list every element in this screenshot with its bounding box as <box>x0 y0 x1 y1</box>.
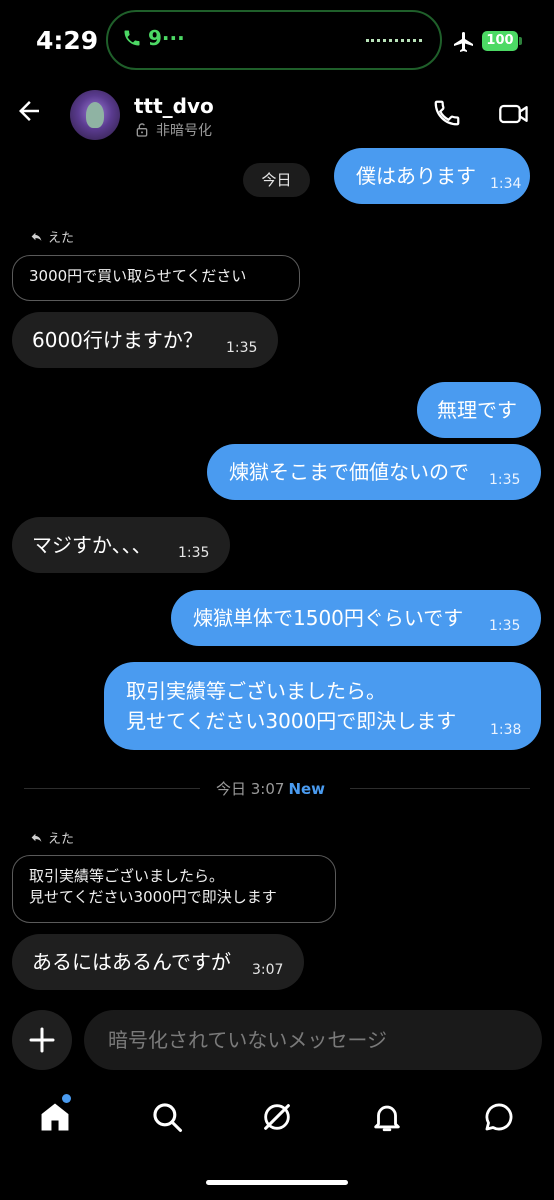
battery-indicator: 100 <box>482 31 518 51</box>
chat-username[interactable]: ttt_dvo <box>134 94 214 118</box>
message-text: 煉獄単体で1500円ぐらいです <box>193 606 464 630</box>
back-arrow-icon[interactable] <box>14 96 44 126</box>
message-bubble-outgoing[interactable]: 無理です <box>417 382 541 438</box>
message-time: 3:07 <box>252 962 284 978</box>
reply-label: えた <box>48 832 75 847</box>
battery-cap <box>519 37 522 45</box>
message-input-placeholder: 暗号化されていないメッセージ <box>108 1028 387 1052</box>
divider-label: 今日 3:07 New <box>216 778 325 799</box>
status-bar: 4:29 9 ··· 100 <box>0 0 554 80</box>
message-bubble-incoming[interactable]: あるにはあるんですが 3:07 <box>12 934 304 990</box>
avatar-figure <box>86 102 104 128</box>
plus-icon <box>29 1027 55 1053</box>
message-bubble-outgoing[interactable]: 煉獄単体で1500円ぐらいです 1:35 <box>171 590 541 646</box>
message-text-line-1: 取引実績等ございましたら。 <box>126 679 386 703</box>
message-text-line-2: 見せてください3000円で即決します <box>126 709 457 733</box>
divider-line-left <box>24 788 200 789</box>
ongoing-call-indicator[interactable]: 9 ··· <box>122 26 185 50</box>
call-dots-icon: ··· <box>161 26 185 50</box>
message-bubble-incoming[interactable]: マジすか、、、 1:35 <box>12 517 230 573</box>
message-text: マジすか、、、 <box>32 533 152 557</box>
new-badge: New <box>288 780 326 798</box>
message-text: 無理です <box>437 398 517 422</box>
quoted-text-line-2: 見せてください3000円で即決します <box>29 888 277 906</box>
airplane-mode-icon <box>454 32 473 52</box>
encryption-label: 非暗号化 <box>156 123 212 139</box>
quoted-text: 3000円で買い取らせてください <box>29 267 247 285</box>
message-text: 僕はあります <box>356 164 476 188</box>
home-indicator[interactable] <box>206 1180 348 1185</box>
message-time: 1:35 <box>226 340 258 356</box>
quoted-text-line-1: 取引実績等ございましたら。 <box>29 867 225 885</box>
new-messages-divider: 今日 3:07 New <box>24 778 530 799</box>
add-attachment-button[interactable] <box>12 1010 72 1070</box>
home-notification-dot <box>62 1094 71 1103</box>
message-bubble-incoming[interactable]: 6000行けますか？ 1:35 <box>12 312 278 368</box>
message-text: あるにはあるんですが <box>32 950 231 974</box>
reply-indicator: えた <box>30 227 74 246</box>
messages-icon[interactable] <box>482 1100 516 1134</box>
unlocked-icon <box>136 123 148 137</box>
reply-indicator: えた <box>30 828 74 847</box>
message-bubble-outgoing[interactable]: 僕はあります 1:34 <box>334 148 530 204</box>
message-time: 1:35 <box>489 472 521 488</box>
notifications-icon[interactable] <box>370 1100 404 1134</box>
voice-call-icon[interactable] <box>432 98 462 128</box>
search-icon[interactable] <box>150 1100 184 1134</box>
reply-arrow-icon <box>31 232 42 241</box>
message-time: 1:38 <box>490 722 522 738</box>
divider-line-right <box>350 788 530 789</box>
reply-label: えた <box>48 231 75 246</box>
status-time: 4:29 <box>36 26 99 55</box>
reply-arrow-icon <box>31 833 42 842</box>
message-time: 1:35 <box>178 545 210 561</box>
divider-time: 今日 3:07 <box>216 780 285 798</box>
message-text: 煉獄そこまで価値ないので <box>229 460 469 484</box>
quoted-message[interactable]: 取引実績等ございましたら。 見せてください3000円で即決します <box>12 855 336 923</box>
message-text: 6000行けますか？ <box>32 328 203 352</box>
date-chip: 今日 <box>243 163 310 197</box>
message-bubble-outgoing[interactable]: 取引実績等ございましたら。 見せてください3000円で即決します 1:38 <box>104 662 541 750</box>
grok-icon[interactable] <box>260 1100 294 1134</box>
quoted-message[interactable]: 3000円で買い取らせてください <box>12 255 300 301</box>
message-time: 1:34 <box>490 176 522 192</box>
home-icon[interactable] <box>38 1100 72 1134</box>
video-call-icon[interactable] <box>498 100 530 128</box>
phone-icon <box>124 30 140 46</box>
message-time: 1:35 <box>489 618 521 634</box>
avatar[interactable] <box>70 90 120 140</box>
encryption-status: 非暗号化 <box>134 120 212 140</box>
bottom-navigation <box>0 1090 554 1150</box>
message-input[interactable]: 暗号化されていないメッセージ <box>84 1010 542 1070</box>
dynamic-island[interactable]: 9 ··· <box>106 10 442 70</box>
call-duration: 9 <box>148 26 162 50</box>
message-bubble-outgoing[interactable]: 煉獄そこまで価値ないので 1:35 <box>207 444 541 500</box>
audio-waveform-icon <box>366 39 422 42</box>
chat-header: ttt_dvo 非暗号化 <box>0 84 554 144</box>
